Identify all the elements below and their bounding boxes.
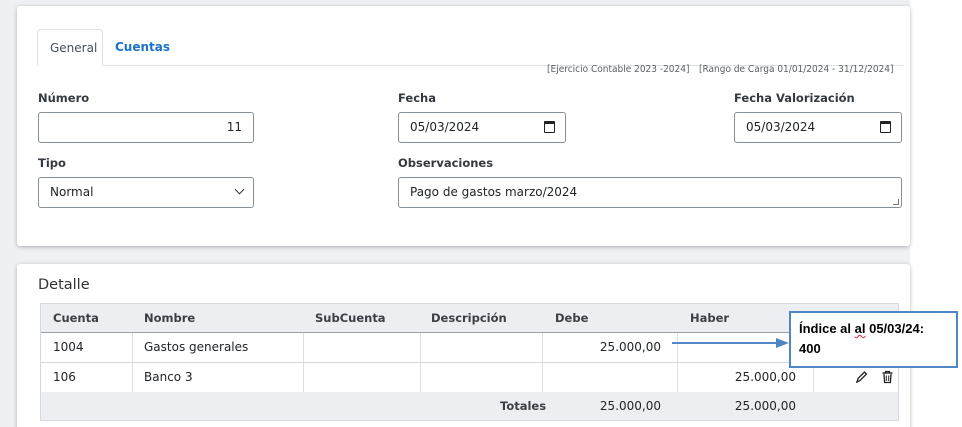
- total-debe: 25.000,00: [599, 399, 661, 413]
- detalle-title: Detalle: [38, 277, 90, 293]
- cell-cuenta: 106: [53, 370, 76, 384]
- column-header-debe: Debe: [555, 311, 589, 325]
- column-header-descripcion: Descripción: [431, 311, 507, 325]
- resize-handle-icon[interactable]: [893, 199, 899, 205]
- totales-label: Totales: [500, 399, 547, 413]
- detalle-table: Cuenta Nombre SubCuenta Descripción Debe…: [40, 303, 899, 421]
- cell-debe: 25.000,00: [599, 340, 661, 354]
- column-divider: [303, 363, 304, 392]
- numero-label: Número: [38, 91, 90, 105]
- chevron-down-icon: [234, 184, 245, 195]
- numero-input[interactable]: 11: [38, 112, 254, 143]
- index-annotation-callout: Índice al al 05/03/24: 400: [789, 311, 958, 368]
- column-divider: [132, 363, 133, 392]
- tab-cuentas[interactable]: Cuentas: [103, 29, 182, 66]
- fecha-value: 05/03/2024: [410, 120, 480, 134]
- pencil-icon[interactable]: [855, 370, 868, 384]
- cell-haber: 25.000,00: [734, 370, 796, 384]
- tipo-value: Normal: [50, 185, 94, 199]
- observaciones-label: Observaciones: [398, 156, 494, 170]
- fecha-valorizacion-value: 05/03/2024: [746, 120, 816, 134]
- fecha-date-input[interactable]: 05/03/2024: [398, 112, 566, 143]
- table-footer-totals: Totales 25.000,00 25.000,00: [41, 392, 898, 420]
- calendar-icon[interactable]: [880, 121, 891, 133]
- rango-de-carga-info: [Rango de Carga 01/01/2024 - 31/12/2024]: [699, 64, 894, 75]
- column-divider: [420, 333, 421, 362]
- annotation-prefix: Índice al: [799, 321, 855, 336]
- cell-nombre: Banco 3: [144, 370, 193, 384]
- fecha-valorizacion-date-input[interactable]: 05/03/2024: [734, 112, 902, 143]
- ejercicio-contable-info: [Ejercicio Contable 2023 -2024]: [547, 64, 690, 75]
- tipo-select[interactable]: Normal: [38, 177, 254, 208]
- cell-cuenta: 1004: [53, 340, 84, 354]
- column-header-haber: Haber: [690, 311, 730, 325]
- numero-value: 11: [226, 120, 242, 134]
- cell-nombre: Gastos generales: [144, 340, 249, 354]
- annotation-arrow: [672, 338, 789, 348]
- annotation-misspelled-word: al: [854, 321, 866, 336]
- annotation-value: 400: [799, 341, 821, 356]
- table-header: Cuenta Nombre SubCuenta Descripción Debe…: [41, 304, 898, 333]
- table-row[interactable]: 106 Banco 3 25.000,00: [41, 363, 898, 393]
- fecha-label: Fecha: [398, 91, 436, 105]
- column-divider: [132, 333, 133, 362]
- observaciones-textarea[interactable]: Pago de gastos marzo/2024: [398, 177, 902, 208]
- column-header-subcuenta: SubCuenta: [315, 311, 386, 325]
- calendar-icon[interactable]: [544, 121, 555, 133]
- column-header-cuenta: Cuenta: [53, 311, 99, 325]
- column-divider: [420, 363, 421, 392]
- annotation-date: 05/03/24:: [865, 321, 925, 336]
- tipo-label: Tipo: [38, 156, 66, 170]
- trash-icon[interactable]: [881, 370, 894, 384]
- total-haber: 25.000,00: [734, 399, 796, 413]
- column-divider: [303, 333, 304, 362]
- tab-general[interactable]: General: [37, 29, 103, 66]
- fecha-valorizacion-label: Fecha Valorización: [734, 91, 855, 105]
- column-header-nombre: Nombre: [144, 311, 196, 325]
- observaciones-value: Pago de gastos marzo/2024: [410, 185, 578, 199]
- column-divider: [542, 363, 543, 392]
